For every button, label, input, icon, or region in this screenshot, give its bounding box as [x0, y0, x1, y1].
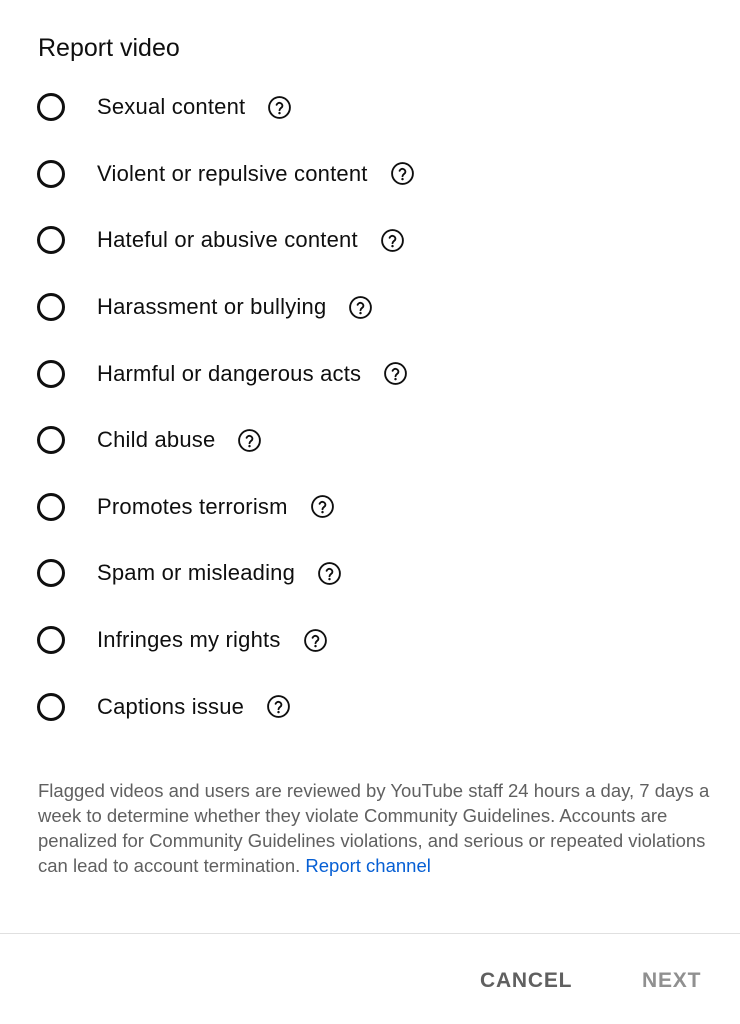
option-violent-content[interactable]: Violent or repulsive content [37, 141, 717, 208]
option-label: Hateful or abusive content [97, 227, 358, 253]
option-label: Harmful or dangerous acts [97, 360, 362, 386]
option-label: Child abuse [97, 427, 216, 453]
radio-button[interactable] [37, 626, 65, 655]
option-label: Spam or misleading [97, 560, 296, 586]
option-child-abuse[interactable]: Child abuse [37, 407, 717, 474]
option-label: Promotes terrorism [97, 493, 288, 519]
report-reason-list: Sexual content Violent or repulsive cont… [37, 74, 717, 740]
help-icon[interactable] [390, 161, 415, 186]
dialog-title: Report video [38, 34, 180, 62]
option-harmful-acts[interactable]: Harmful or dangerous acts [37, 340, 717, 407]
option-sexual-content[interactable]: Sexual content [37, 74, 717, 141]
help-icon[interactable] [348, 295, 373, 320]
review-notice: Flagged videos and users are reviewed by… [38, 778, 710, 878]
option-label: Sexual content [97, 94, 246, 120]
option-spam[interactable]: Spam or misleading [37, 540, 717, 607]
option-label: Harassment or bullying [97, 294, 327, 320]
radio-button[interactable] [37, 559, 65, 588]
radio-button[interactable] [37, 93, 65, 122]
radio-button[interactable] [37, 293, 65, 322]
help-icon[interactable] [317, 561, 342, 586]
option-captions-issue[interactable]: Captions issue [37, 673, 717, 740]
help-icon[interactable] [310, 494, 335, 519]
cancel-button[interactable]: CANCEL [480, 962, 572, 1000]
help-icon[interactable] [266, 694, 291, 719]
help-icon[interactable] [237, 428, 262, 453]
help-icon[interactable] [267, 95, 292, 120]
option-promotes-terrorism[interactable]: Promotes terrorism [37, 474, 717, 541]
option-label: Infringes my rights [97, 627, 281, 653]
option-hateful-content[interactable]: Hateful or abusive content [37, 207, 717, 274]
radio-button[interactable] [37, 159, 65, 188]
help-icon[interactable] [303, 628, 328, 653]
help-icon[interactable] [383, 361, 408, 386]
radio-button[interactable] [37, 692, 65, 721]
option-label: Captions issue [97, 693, 245, 719]
radio-button[interactable] [37, 226, 65, 255]
option-label: Violent or repulsive content [97, 160, 368, 186]
report-video-dialog: Report video Sexual content Violent or r… [0, 0, 740, 1024]
next-button[interactable]: NEXT [642, 962, 701, 1000]
option-harassment[interactable]: Harassment or bullying [37, 274, 717, 341]
radio-button[interactable] [37, 359, 65, 388]
footer-divider [0, 933, 740, 934]
help-icon[interactable] [380, 228, 405, 253]
radio-button[interactable] [37, 426, 65, 455]
option-infringes-rights[interactable]: Infringes my rights [37, 607, 717, 674]
radio-button[interactable] [37, 492, 65, 521]
report-channel-link[interactable]: Report channel [305, 855, 430, 876]
